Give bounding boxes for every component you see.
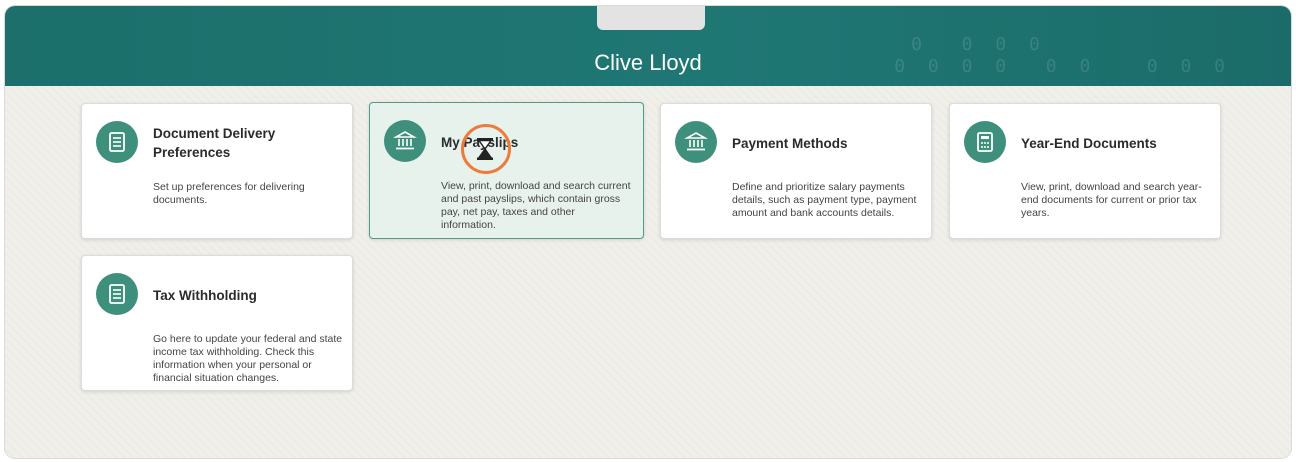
card-description: Go here to update your federal and state… — [153, 333, 343, 384]
card-my-payslips[interactable]: My Payslips View, print, download and se… — [369, 102, 644, 239]
card-title: Year-End Documents — [1021, 136, 1157, 151]
card-description: Set up preferences for delivering docume… — [153, 181, 305, 206]
app-window: 0 0 0 0 0 0 0 0 0 0 0 0 0 Clive Lloyd Do… — [5, 6, 1291, 458]
card-description: View, print, download and search year-en… — [1021, 181, 1202, 219]
bank-icon — [384, 120, 426, 162]
card-title: Document Delivery Preferences — [153, 126, 276, 160]
card-payment-methods[interactable]: Payment Methods Define and prioritize sa… — [660, 103, 932, 239]
cards-area: Document Delivery Preferences Set up pre… — [5, 86, 1291, 458]
card-document-delivery-preferences[interactable]: Document Delivery Preferences Set up pre… — [81, 103, 353, 239]
page-title: Clive Lloyd — [594, 50, 702, 75]
document-icon — [96, 121, 138, 163]
card-year-end-documents[interactable]: Year-End Documents View, print, download… — [949, 103, 1221, 239]
page-header: 0 0 0 0 0 0 0 0 0 0 0 0 0 Clive Lloyd — [5, 6, 1291, 86]
card-description: View, print, download and search current… — [441, 180, 631, 231]
calculator-icon — [964, 121, 1006, 163]
document-icon — [96, 273, 138, 315]
card-description: Define and prioritize salary payments de… — [732, 181, 917, 219]
bank-icon — [675, 121, 717, 163]
card-title: Tax Withholding — [153, 288, 257, 303]
header-tab-handle[interactable] — [597, 6, 705, 30]
card-tax-withholding[interactable]: Tax Withholding Go here to update your f… — [81, 255, 353, 391]
hourglass-cursor-icon — [477, 138, 493, 160]
card-title: Payment Methods — [732, 136, 848, 151]
